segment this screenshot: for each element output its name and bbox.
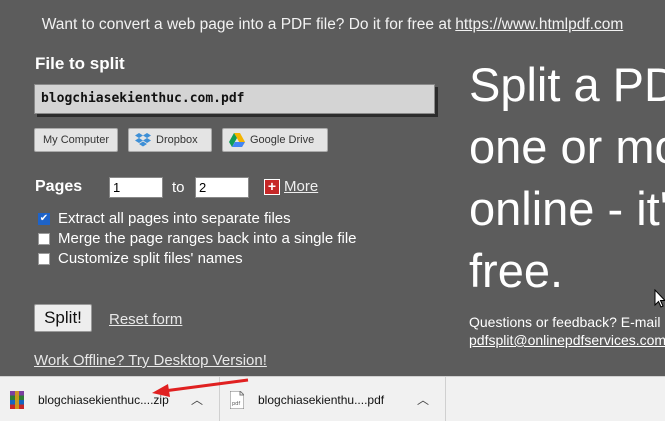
download-filename: blogchiasekienthu....pdf [258, 392, 385, 407]
checkbox-icon[interactable] [38, 232, 50, 245]
feedback-email-link[interactable]: pdfsplit@onlinepdfservices.com [469, 332, 665, 348]
downloads-bar: blogchiasekienthuc....zip ︿ pdf blogchia… [0, 376, 665, 421]
plus-icon: + [264, 178, 280, 195]
svg-text:pdf: pdf [232, 401, 240, 407]
promo-banner: Want to convert a web page into a PDF fi… [0, 16, 665, 34]
desktop-version-link[interactable]: Work Offline? Try Desktop Version! [34, 352, 267, 369]
checkbox-icon[interactable] [38, 252, 50, 265]
hero-heading: Split a PDF one or more online - it's fr… [469, 54, 665, 302]
file-name-field[interactable]: blogchiasekienthuc.com.pdf [34, 84, 435, 114]
google-drive-icon [229, 133, 245, 147]
mouse-cursor-icon [654, 289, 665, 308]
feedback-text: Questions or feedback? E-mail [469, 314, 661, 330]
option-extract-all[interactable]: ✔ Extract all pages into separate files [38, 210, 291, 227]
promo-banner-link[interactable]: https://www.htmlpdf.com [455, 16, 623, 33]
pages-label: Pages [35, 178, 83, 195]
more-label: More [284, 178, 319, 195]
hero-line: one or more [469, 120, 665, 173]
dropbox-label: Dropbox [156, 134, 198, 146]
option-merge-ranges[interactable]: Merge the page ranges back into a single… [38, 230, 357, 247]
option-merge-ranges-label: Merge the page ranges back into a single… [58, 230, 357, 247]
dropbox-button[interactable]: Dropbox [128, 128, 212, 152]
split-button[interactable]: Split! [34, 304, 92, 332]
red-arrow-annotation [152, 378, 249, 397]
my-computer-button[interactable]: My Computer [34, 128, 118, 152]
page-to-field[interactable]: 2 [195, 177, 249, 198]
reset-form-link[interactable]: Reset form [109, 311, 182, 328]
to-label: to [172, 179, 185, 196]
option-extract-all-label: Extract all pages into separate files [58, 210, 291, 227]
checkbox-checked-icon[interactable]: ✔ [38, 212, 50, 225]
google-drive-label: Google Drive [250, 134, 315, 146]
file-to-split-label: File to split [35, 54, 125, 73]
more-ranges-link[interactable]: + More [264, 178, 318, 195]
hero-line: Split a PDF [469, 58, 665, 111]
download-item[interactable]: pdf blogchiasekienthu....pdf ︿ [220, 377, 446, 421]
chevron-up-icon[interactable]: ︿ [417, 391, 429, 408]
hero-line: online - it's [469, 182, 665, 235]
promo-banner-text: Want to convert a web page into a PDF fi… [41, 16, 452, 33]
dropbox-icon [135, 133, 151, 147]
option-customize-names[interactable]: Customize split files' names [38, 250, 243, 267]
page-from-field[interactable]: 1 [109, 177, 163, 198]
option-customize-names-label: Customize split files' names [58, 250, 243, 267]
zip-archive-icon [10, 390, 24, 409]
hero-line: free. [469, 244, 564, 297]
my-computer-label: My Computer [42, 134, 110, 146]
google-drive-button[interactable]: Google Drive [222, 128, 328, 152]
